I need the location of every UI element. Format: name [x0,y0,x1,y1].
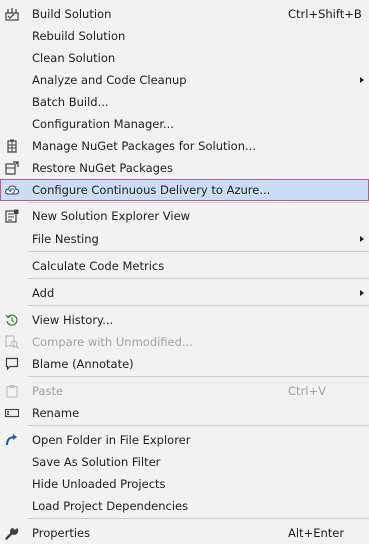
menu-item-restore-nuget[interactable]: Restore NuGet Packages [0,157,369,179]
paste-icon [4,383,20,399]
menu-separator [28,425,369,426]
menu-item-analyze-cleanup[interactable]: Analyze and Code Cleanup [0,69,369,91]
menu-item-clean-solution[interactable]: Clean Solution [0,47,369,69]
menu-item-label: Clean Solution [32,51,116,65]
rename-icon [4,405,20,421]
menu-item-label: Hide Unloaded Projects [32,477,166,491]
menu-item-add[interactable]: Add [0,282,369,304]
menu-separator [28,376,369,377]
menu-item-batch-build[interactable]: Batch Build... [0,91,369,113]
new-view-icon [4,208,20,224]
menu-item-label: Build Solution [32,7,112,21]
restore-packages-icon [4,160,20,176]
solution-context-menu: Build Solution Ctrl+Shift+B Rebuild Solu… [0,0,369,544]
menu-item-label: Blame (Annotate) [32,357,134,371]
shortcut-text: Alt+Enter [288,526,345,540]
menu-separator [28,518,369,519]
compare-icon [4,334,20,350]
menu-item-new-solution-explorer-view[interactable]: New Solution Explorer View [0,205,369,227]
menu-item-label: Restore NuGet Packages [32,161,173,175]
history-icon [4,312,20,328]
menu-item-properties[interactable]: Properties Alt+Enter [0,522,369,544]
menu-item-label: New Solution Explorer View [32,209,191,223]
menu-separator [28,202,369,203]
wrench-icon [4,525,20,541]
menu-item-label: Add [32,286,55,300]
menu-item-save-as-solution-filter[interactable]: Save As Solution Filter [0,451,369,473]
menu-item-paste: Paste Ctrl+V [0,380,369,402]
nuget-icon [4,138,20,154]
menu-item-open-folder[interactable]: Open Folder in File Explorer [0,429,369,451]
cloud-delivery-icon [4,182,20,198]
menu-item-label: Configuration Manager... [32,117,174,131]
menu-item-rename[interactable]: Rename [0,402,369,424]
menu-item-label: Compare with Unmodified... [32,335,193,349]
menu-item-label: Load Project Dependencies [32,499,189,513]
menu-item-configuration-manager[interactable]: Configuration Manager... [0,113,369,135]
submenu-arrow-icon [360,77,364,83]
menu-item-blame-annotate[interactable]: Blame (Annotate) [0,353,369,375]
shortcut-text: Ctrl+V [288,384,326,398]
menu-item-label: Rename [32,406,80,420]
shortcut-text: Ctrl+Shift+B [288,7,362,21]
menu-item-label: Save As Solution Filter [32,455,161,469]
open-folder-icon [4,432,20,448]
comment-icon [4,356,20,372]
menu-item-label: Analyze and Code Cleanup [32,73,187,87]
menu-item-label: View History... [32,313,114,327]
menu-item-label: Batch Build... [32,95,109,109]
menu-item-calculate-code-metrics[interactable]: Calculate Code Metrics [0,255,369,277]
menu-item-label: Calculate Code Metrics [32,259,165,273]
menu-item-file-nesting[interactable]: File Nesting [0,228,369,250]
menu-item-hide-unloaded-projects[interactable]: Hide Unloaded Projects [0,473,369,495]
menu-item-compare-unmodified: Compare with Unmodified... [0,331,369,353]
menu-item-label: File Nesting [32,232,99,246]
menu-item-load-project-dependencies[interactable]: Load Project Dependencies [0,495,369,517]
menu-item-configure-continuous-delivery[interactable]: Configure Continuous Delivery to Azure..… [0,179,369,201]
menu-item-view-history[interactable]: View History... [0,309,369,331]
menu-item-label: Configure Continuous Delivery to Azure..… [32,183,271,197]
menu-separator [28,251,369,252]
submenu-arrow-icon [360,290,364,296]
menu-item-label: Paste [32,384,64,398]
menu-item-build-solution[interactable]: Build Solution Ctrl+Shift+B [0,3,369,25]
menu-separator [28,278,369,279]
menu-item-manage-nuget[interactable]: Manage NuGet Packages for Solution... [0,135,369,157]
menu-separator [28,305,369,306]
menu-item-rebuild-solution[interactable]: Rebuild Solution [0,25,369,47]
submenu-arrow-icon [360,236,364,242]
build-icon [4,6,20,22]
menu-item-label: Open Folder in File Explorer [32,433,191,447]
menu-item-label: Manage NuGet Packages for Solution... [32,139,256,153]
menu-item-label: Rebuild Solution [32,29,126,43]
menu-item-label: Properties [32,526,91,540]
